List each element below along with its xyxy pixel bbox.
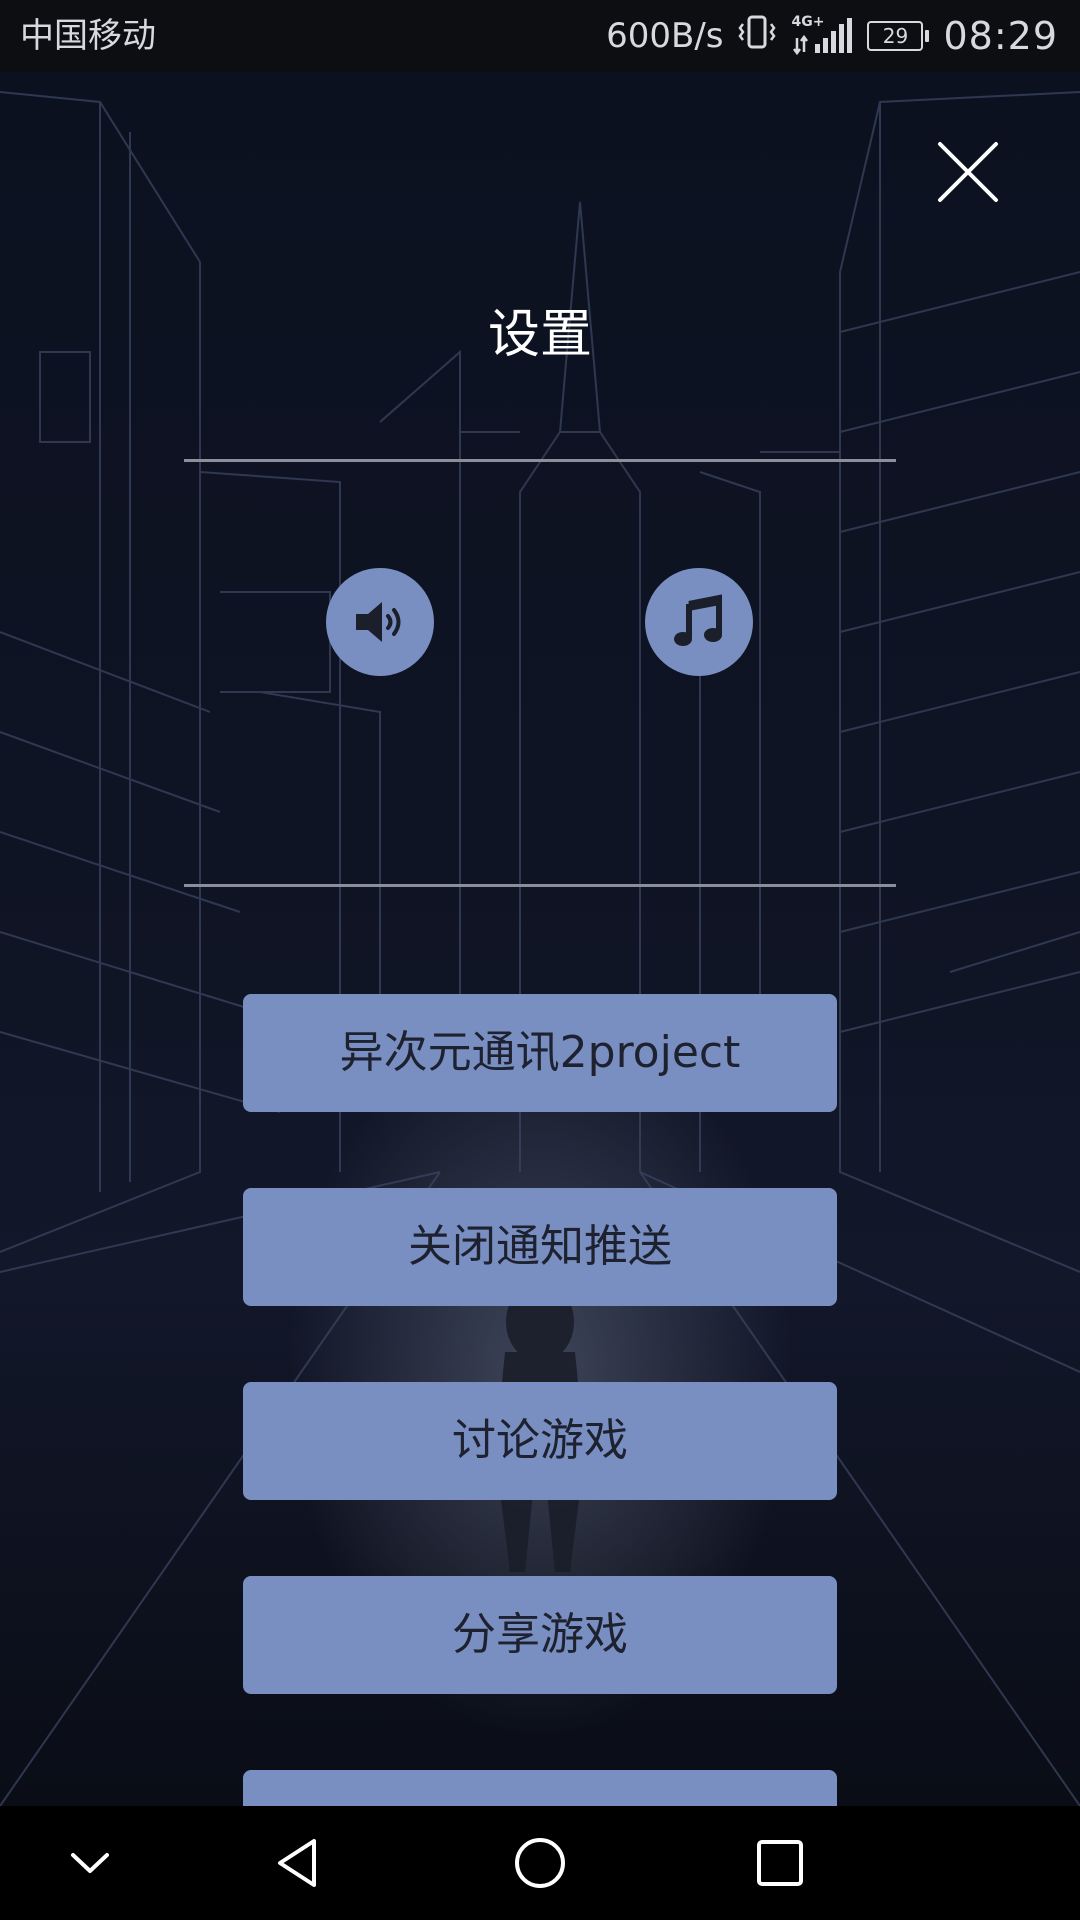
network-speed: 600B/s [606,16,724,56]
page-title: 设置 [487,305,592,365]
music-toggle-button[interactable] [645,568,753,676]
sound-toggle-button[interactable] [326,568,434,676]
music-note-icon [674,594,722,646]
vibrate-icon [737,14,777,59]
disable-notifications-button[interactable]: 关闭通知推送 [243,1188,837,1306]
close-icon [938,142,998,202]
settings-screen: 中国移动 600B/s 4G+ 29 08:29 设置 异次元通讯2projec… [0,0,1080,1920]
recents-icon [757,1840,803,1886]
status-indicators: 600B/s 4G+ 29 08:29 [606,10,1058,62]
navigation-bar [0,1806,1080,1920]
speaker-icon [356,602,401,642]
battery-level: 29 [867,21,924,51]
chevron-down-icon [71,1853,109,1873]
project-button[interactable]: 异次元通讯2project [243,994,837,1112]
home-button[interactable] [480,1806,600,1920]
recents-button[interactable] [720,1806,840,1920]
back-button[interactable] [240,1806,360,1920]
home-icon [515,1838,565,1888]
battery-icon: 29 [867,21,930,51]
close-button[interactable] [928,132,1008,212]
partially-visible-button[interactable] [243,1770,837,1806]
clock: 08:29 [943,14,1058,58]
signal-icon: 4G+ [791,14,853,56]
share-game-button[interactable]: 分享游戏 [243,1576,837,1694]
discuss-game-button[interactable]: 讨论游戏 [243,1382,837,1500]
bottom-divider [184,884,896,887]
back-icon [278,1839,316,1887]
carrier-name: 中国移动 [20,16,156,56]
hide-nav-button[interactable] [30,1806,150,1920]
status-bar: 中国移动 600B/s 4G+ 29 08:29 [0,0,1080,72]
top-divider [184,459,896,462]
